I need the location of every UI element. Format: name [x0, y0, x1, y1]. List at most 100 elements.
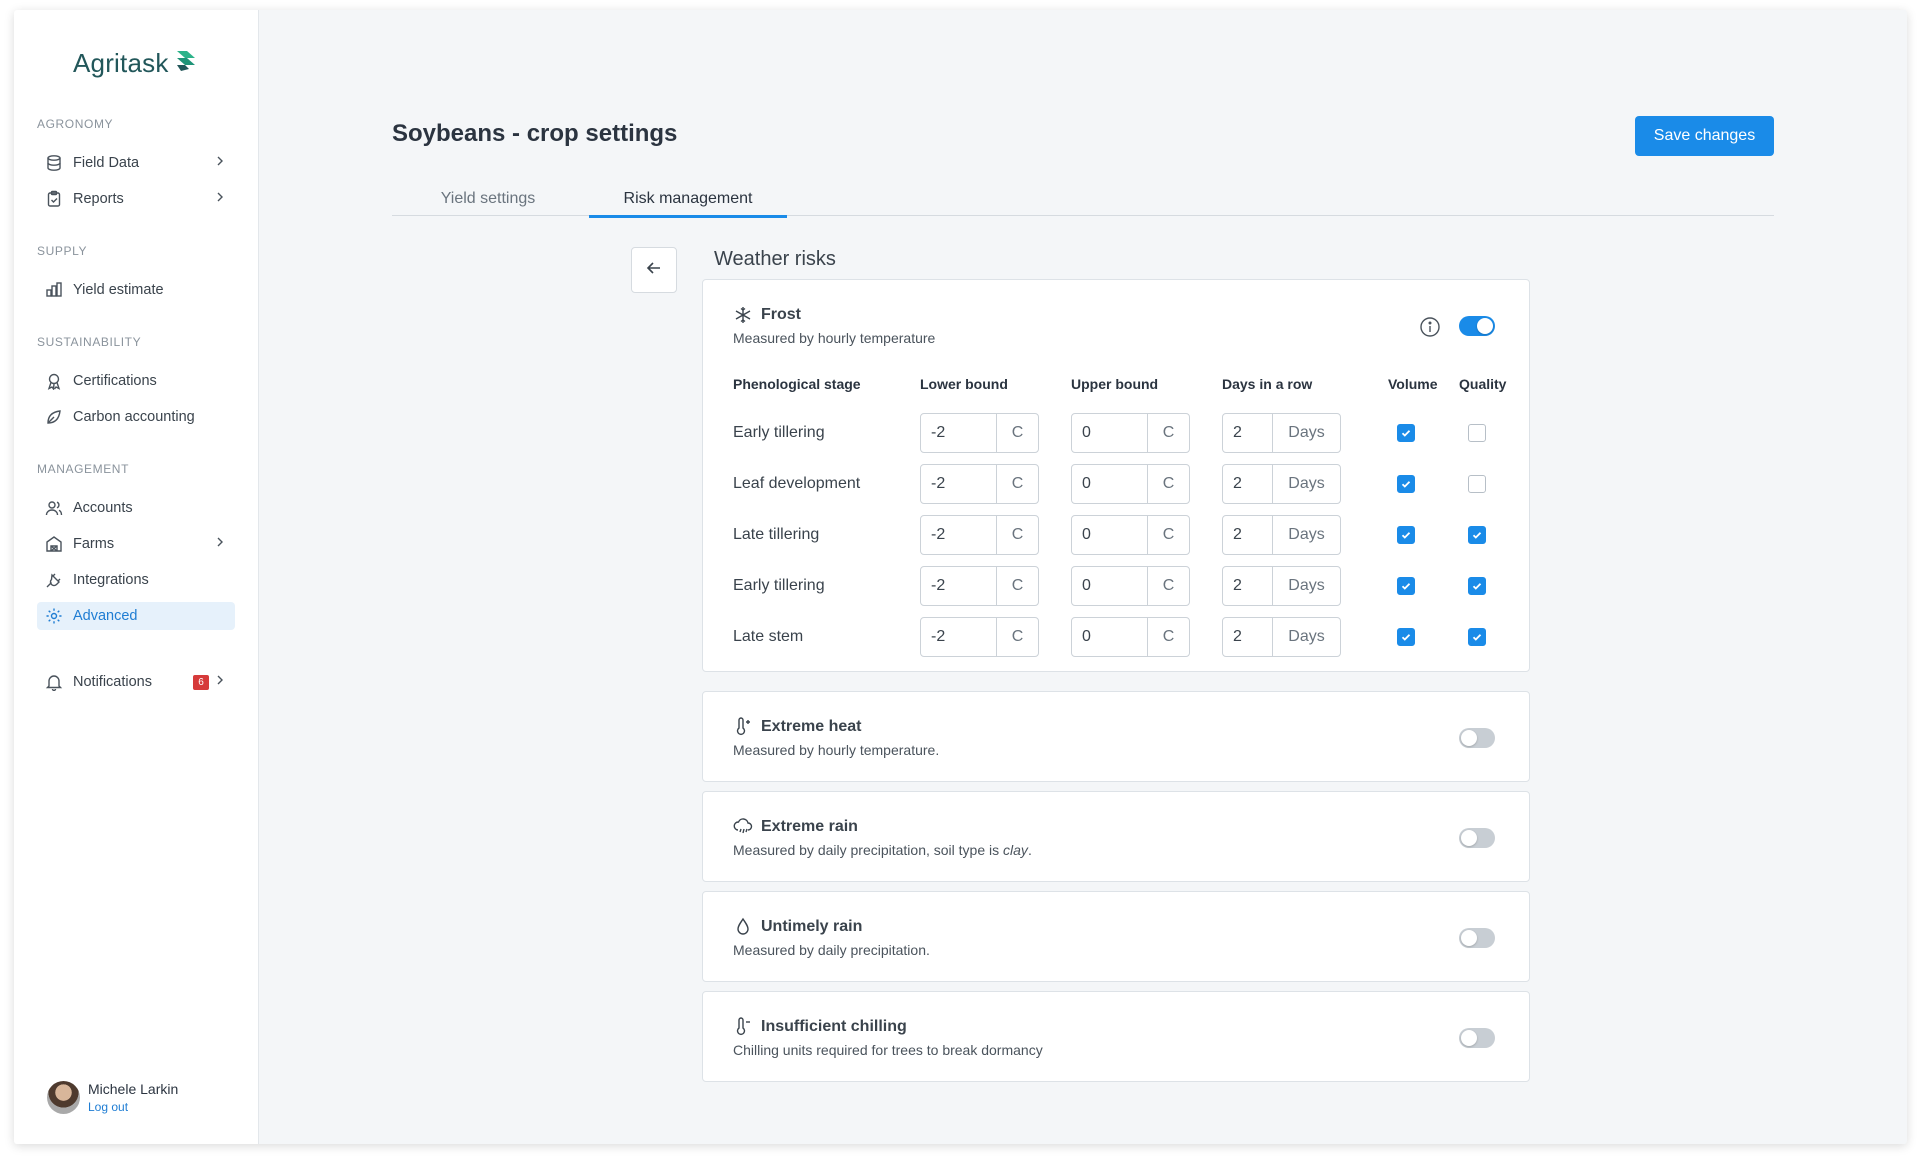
- sidebar-item-reports[interactable]: Reports: [37, 185, 235, 213]
- days-input[interactable]: [1223, 465, 1273, 503]
- risk-subtitle: Measured by daily precipitation, soil ty…: [733, 842, 1032, 858]
- frost-toggle[interactable]: [1459, 316, 1495, 336]
- upper-bound-field[interactable]: C: [1071, 617, 1190, 657]
- sidebar-item-advanced[interactable]: Advanced: [37, 602, 235, 630]
- risk-subtitle: Measured by hourly temperature: [733, 330, 936, 346]
- logo-mark-icon: [175, 49, 197, 78]
- upper-bound-input[interactable]: [1072, 567, 1148, 605]
- logo[interactable]: Agritask: [73, 48, 197, 79]
- lower-bound-field[interactable]: C: [920, 413, 1039, 453]
- days-field[interactable]: Days: [1222, 566, 1341, 606]
- sidebar: Agritask AGRONOMY Field Data Reports SUP…: [14, 10, 259, 1144]
- avatar[interactable]: [47, 1081, 80, 1114]
- upper-bound-input[interactable]: [1072, 516, 1148, 554]
- extreme-heat-toggle[interactable]: [1459, 728, 1495, 748]
- lower-bound-field[interactable]: C: [920, 515, 1039, 555]
- insufficient-chilling-toggle[interactable]: [1459, 1028, 1495, 1048]
- lower-bound-field[interactable]: C: [920, 617, 1039, 657]
- volume-checkbox[interactable]: [1397, 577, 1415, 595]
- risk-title: Insufficient chilling: [761, 1018, 907, 1035]
- upper-bound-field[interactable]: C: [1071, 464, 1190, 504]
- days-field[interactable]: Days: [1222, 464, 1341, 504]
- upper-bound-input[interactable]: [1072, 414, 1148, 452]
- days-field[interactable]: Days: [1222, 413, 1341, 453]
- sidebar-item-field-data[interactable]: Field Data: [37, 149, 235, 177]
- tab-risk-management[interactable]: Risk management: [589, 176, 787, 218]
- quality-checkbox[interactable]: [1468, 628, 1486, 646]
- quality-checkbox[interactable]: [1468, 577, 1486, 595]
- lower-bound-input[interactable]: [921, 414, 997, 452]
- section-label-sustainability: SUSTAINABILITY: [37, 335, 142, 349]
- unit-label: C: [1011, 577, 1024, 594]
- risk-subtitle-text: Measured by daily precipitation, soil ty…: [733, 842, 1004, 858]
- sidebar-item-carbon-accounting[interactable]: Carbon accounting: [37, 403, 235, 431]
- lower-bound-input[interactable]: [921, 618, 997, 656]
- volume-checkbox[interactable]: [1397, 424, 1415, 442]
- risk-title: Extreme heat: [761, 718, 862, 735]
- save-changes-button[interactable]: Save changes: [1635, 116, 1774, 156]
- arrow-left-icon: [645, 259, 663, 282]
- volume-checkbox[interactable]: [1397, 526, 1415, 544]
- sidebar-item-certifications[interactable]: Certifications: [37, 367, 235, 395]
- sidebar-item-notifications[interactable]: Notifications 6: [37, 668, 235, 696]
- info-icon[interactable]: [1419, 316, 1441, 338]
- unit-label: Days: [1288, 475, 1325, 492]
- unit-label: Days: [1288, 424, 1325, 441]
- lower-bound-input[interactable]: [921, 516, 997, 554]
- logout-link[interactable]: Log out: [88, 1100, 178, 1114]
- upper-bound-input[interactable]: [1072, 465, 1148, 503]
- snowflake-icon: [733, 305, 753, 325]
- sidebar-item-label: Accounts: [73, 500, 133, 516]
- bell-icon: [45, 673, 63, 691]
- quality-checkbox[interactable]: [1468, 475, 1486, 493]
- table-row: Early tillering C C Days: [703, 413, 1529, 453]
- days-input[interactable]: [1223, 567, 1273, 605]
- lower-bound-input[interactable]: [921, 567, 997, 605]
- section-label-supply: SUPPLY: [37, 244, 88, 258]
- days-field[interactable]: Days: [1222, 617, 1341, 657]
- risk-subtitle: Measured by hourly temperature.: [733, 742, 940, 758]
- tab-yield-settings[interactable]: Yield settings: [438, 176, 538, 216]
- quality-checkbox[interactable]: [1468, 424, 1486, 442]
- award-icon: [45, 372, 63, 390]
- quality-checkbox[interactable]: [1468, 526, 1486, 544]
- sidebar-item-integrations[interactable]: Integrations: [37, 566, 235, 594]
- volume-checkbox[interactable]: [1397, 628, 1415, 646]
- volume-checkbox[interactable]: [1397, 475, 1415, 493]
- gear-icon: [45, 607, 63, 625]
- logo-text: Agritask: [73, 48, 169, 78]
- column-header-volume: Volume: [1388, 376, 1438, 392]
- droplet-icon: [733, 917, 753, 937]
- sidebar-item-farms[interactable]: Farms: [37, 530, 235, 558]
- unit-label: Days: [1288, 526, 1325, 543]
- sidebar-item-yield-estimate[interactable]: Yield estimate: [37, 276, 235, 304]
- back-button[interactable]: [631, 247, 677, 293]
- untimely-rain-toggle[interactable]: [1459, 928, 1495, 948]
- soil-type-value: clay: [1003, 842, 1028, 858]
- days-field[interactable]: Days: [1222, 515, 1341, 555]
- untimely-rain-risk-card: Untimely rain Measured by daily precipit…: [702, 891, 1530, 982]
- days-input[interactable]: [1223, 414, 1273, 452]
- lower-bound-field[interactable]: C: [920, 566, 1039, 606]
- thermometer-minus-icon: [733, 1017, 753, 1037]
- upper-bound-field[interactable]: C: [1071, 566, 1190, 606]
- lower-bound-field[interactable]: C: [920, 464, 1039, 504]
- risk-title: Frost: [761, 306, 801, 323]
- sidebar-item-accounts[interactable]: Accounts: [37, 494, 235, 522]
- days-input[interactable]: [1223, 618, 1273, 656]
- unit-label: C: [1162, 628, 1175, 645]
- unit-label: C: [1162, 424, 1175, 441]
- upper-bound-field[interactable]: C: [1071, 515, 1190, 555]
- upper-bound-field[interactable]: C: [1071, 413, 1190, 453]
- lower-bound-input[interactable]: [921, 465, 997, 503]
- extreme-rain-toggle[interactable]: [1459, 828, 1495, 848]
- risk-subtitle: Chilling units required for trees to bre…: [733, 1042, 1043, 1058]
- column-header-quality: Quality: [1459, 376, 1507, 392]
- upper-bound-input[interactable]: [1072, 618, 1148, 656]
- column-header-upper-bound: Upper bound: [1071, 376, 1159, 392]
- sidebar-item-label: Notifications: [73, 674, 152, 690]
- table-row: Leaf development C C Days: [703, 464, 1529, 504]
- days-input[interactable]: [1223, 516, 1273, 554]
- chevron-right-icon: [213, 673, 227, 691]
- stage-name: Late tillering: [733, 526, 820, 543]
